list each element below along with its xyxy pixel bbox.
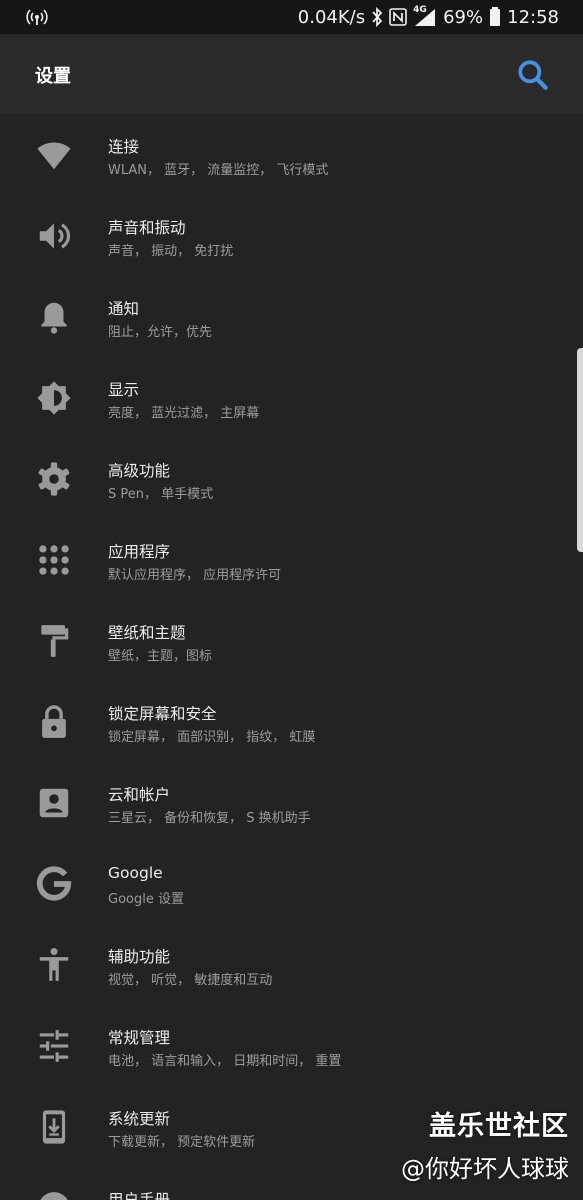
- settings-item-apps[interactable]: 应用程序 默认应用程序， 应用程序许可: [0, 519, 583, 600]
- network-speed: 0.04K/s: [297, 6, 366, 28]
- settings-item-sound[interactable]: 声音和振动 声音， 振动， 免打扰: [0, 195, 583, 276]
- settings-item-title: 系统更新: [108, 1110, 171, 1128]
- settings-item-subtitle: 下载更新， 预定软件更新: [108, 1135, 256, 1150]
- lock-icon: [35, 703, 73, 741]
- volume-icon: [35, 217, 73, 255]
- settings-item-title: Google: [108, 864, 163, 882]
- wifi-calling-icon: [26, 7, 48, 27]
- settings-item-connections[interactable]: 连接 WLAN， 蓝牙， 流量监控， 飞行模式: [0, 114, 583, 195]
- search-icon[interactable]: [514, 56, 552, 94]
- settings-item-title: 通知: [108, 300, 140, 318]
- settings-item-lockscreen-security[interactable]: 锁定屏幕和安全 锁定屏幕， 面部识别， 指纹， 虹膜: [0, 681, 583, 762]
- account-box-icon: [35, 784, 73, 822]
- wifi-icon: [35, 136, 73, 174]
- search-button[interactable]: [514, 56, 552, 94]
- settings-item-subtitle: 电池， 语言和输入， 日期和时间， 重置: [108, 1054, 342, 1069]
- settings-item-advanced-features[interactable]: 高级功能 S Pen， 单手模式: [0, 438, 583, 519]
- settings-item-subtitle: 默认应用程序， 应用程序许可: [108, 568, 282, 583]
- network-type: 4G: [413, 5, 427, 15]
- bell-icon: [35, 298, 73, 336]
- settings-item-subtitle: 亮度， 蓝光过滤， 主屏幕: [108, 406, 260, 421]
- settings-item-subtitle: 壁纸，主题，图标: [108, 649, 213, 664]
- scrollbar[interactable]: [577, 348, 583, 552]
- settings-item-title: 常规管理: [108, 1029, 171, 1047]
- settings-item-title: 壁纸和主题: [108, 624, 186, 642]
- settings-item-subtitle: S Pen， 单手模式: [108, 487, 214, 502]
- help-icon: [35, 1189, 73, 1200]
- watermark-brand: 盖乐世社区: [429, 1111, 569, 1142]
- gear-icon: [35, 460, 73, 498]
- paint-roller-icon: [35, 622, 73, 660]
- settings-item-subtitle: Google 设置: [108, 892, 184, 907]
- settings-list: 连接 WLAN， 蓝牙， 流量监控， 飞行模式 声音和振动 声音， 振动， 免打…: [0, 114, 583, 1200]
- settings-item-accessibility[interactable]: 辅助功能 视觉， 听觉， 敏捷度和互动: [0, 924, 583, 1005]
- status-bar: 0.04K/s 4G 69% 12:58: [0, 0, 583, 34]
- settings-item-title: 用户手册: [108, 1191, 171, 1200]
- settings-item-subtitle: 视觉， 听觉， 敏捷度和互动: [108, 973, 273, 988]
- system-update-icon: [35, 1108, 73, 1146]
- settings-item-subtitle: 三星云， 备份和恢复， S 换机助手: [108, 811, 311, 826]
- settings-item-title: 锁定屏幕和安全: [108, 705, 217, 723]
- apps-grid-icon: [35, 541, 73, 579]
- settings-item-subtitle: WLAN， 蓝牙， 流量监控， 飞行模式: [108, 163, 329, 178]
- settings-item-title: 高级功能: [108, 462, 171, 480]
- settings-item-title: 云和帐户: [108, 786, 171, 804]
- page-title: 设置: [35, 66, 71, 87]
- google-icon: [35, 865, 73, 903]
- brightness-icon: [35, 379, 73, 417]
- settings-item-display[interactable]: 显示 亮度， 蓝光过滤， 主屏幕: [0, 357, 583, 438]
- settings-item-title: 显示: [108, 381, 140, 399]
- app-bar: 设置: [0, 34, 583, 114]
- accessibility-icon: [35, 946, 73, 984]
- bluetooth-icon: [371, 7, 383, 27]
- settings-item-subtitle: 阻止，允许，优先: [108, 325, 213, 340]
- nfc-icon: [389, 8, 407, 26]
- clock: 12:58: [507, 6, 559, 28]
- signal-icon: 4G: [413, 5, 437, 27]
- settings-item-cloud-accounts[interactable]: 云和帐户 三星云， 备份和恢复， S 换机助手: [0, 762, 583, 843]
- settings-item-title: 应用程序: [108, 543, 171, 561]
- battery-percent: 69%: [443, 6, 484, 28]
- settings-item-general-management[interactable]: 常规管理 电池， 语言和输入， 日期和时间， 重置: [0, 1005, 583, 1086]
- watermark: 盖乐世社区 @你好坏人球球: [401, 1104, 569, 1184]
- settings-item-subtitle: 声音， 振动， 免打扰: [108, 244, 234, 259]
- settings-item-notifications[interactable]: 通知 阻止，允许，优先: [0, 276, 583, 357]
- settings-item-wallpaper-themes[interactable]: 壁纸和主题 壁纸，主题，图标: [0, 600, 583, 681]
- sliders-icon: [35, 1027, 73, 1065]
- watermark-user: @你好坏人球球: [401, 1155, 569, 1183]
- battery-icon: [489, 7, 501, 27]
- settings-item-google[interactable]: Google Google 设置: [0, 843, 583, 924]
- settings-item-title: 连接: [108, 138, 140, 156]
- settings-item-title: 辅助功能: [108, 948, 171, 966]
- settings-item-subtitle: 锁定屏幕， 面部识别， 指纹， 虹膜: [108, 730, 316, 745]
- settings-item-title: 声音和振动: [108, 219, 186, 237]
